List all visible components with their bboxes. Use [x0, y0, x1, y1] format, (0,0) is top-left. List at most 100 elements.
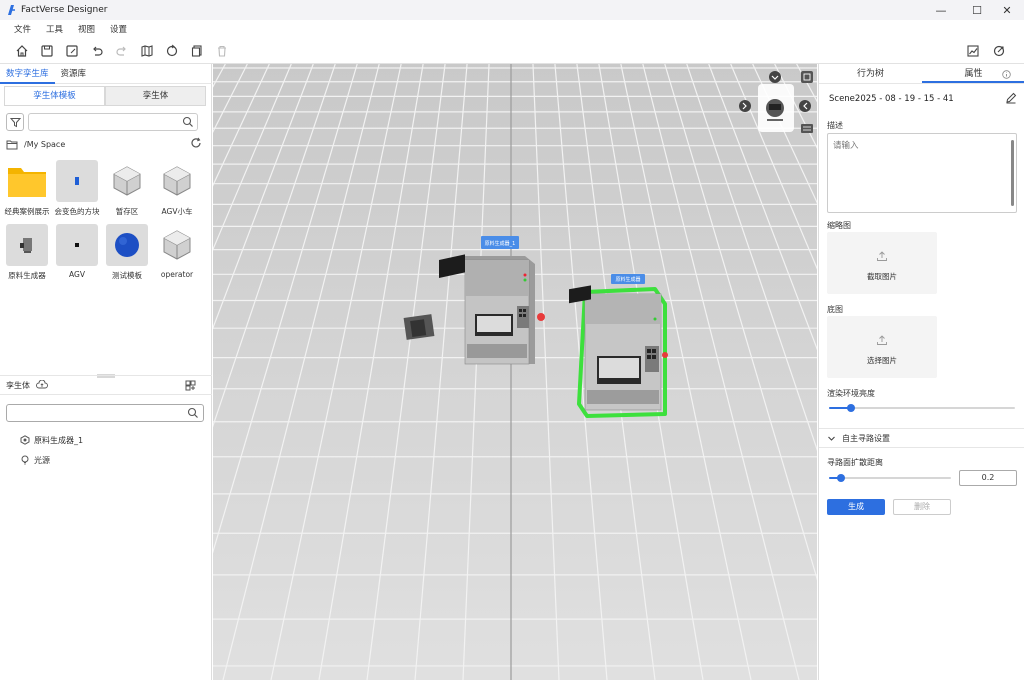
refresh-icon[interactable]: [190, 137, 202, 149]
menu-view[interactable]: 视图: [78, 23, 95, 35]
home-icon: [16, 45, 28, 57]
property-tabs: 行为树 属性: [819, 64, 1024, 84]
filter-button[interactable]: [6, 113, 24, 131]
description-box: [827, 133, 1017, 213]
asset-classic-cases[interactable]: 经典案例展示: [2, 160, 52, 220]
tab-twins[interactable]: 孪生体: [105, 86, 206, 106]
publish-button[interactable]: [990, 42, 1008, 60]
undo-button[interactable]: [88, 42, 106, 60]
undo-icon: [93, 46, 103, 56]
asset-material-generator[interactable]: 原料生成器: [2, 224, 52, 284]
maximize-button[interactable]: ☐: [960, 0, 994, 20]
nav-distance-input[interactable]: 0.2: [959, 470, 1017, 486]
search-icon[interactable]: [182, 116, 194, 128]
remove-button[interactable]: 删除: [893, 499, 951, 515]
library-tabs: 数字孪生库 资源库: [0, 64, 212, 84]
tab-resource-library[interactable]: 资源库: [55, 64, 93, 84]
base-map-label: 底图: [827, 305, 843, 314]
folder-icon: [6, 160, 48, 202]
folder-outline-icon: [6, 140, 18, 149]
3d-viewport[interactable]: 原料生成器_1 原料生成器: [213, 64, 817, 680]
save-as-icon: [66, 45, 78, 57]
close-button[interactable]: ✕: [990, 0, 1024, 20]
nav-distance-label: 寻路面扩散距离: [827, 458, 883, 467]
save-icon: [41, 45, 53, 57]
filter-icon: [9, 117, 21, 127]
trash-icon: [218, 45, 226, 57]
tab-digital-twin-library[interactable]: 数字孪生库: [0, 64, 55, 84]
left-panel: 数字孪生库 资源库 孪生体模板 孪生体 /My Space 经典案例展示 会变色…: [0, 64, 212, 680]
block-icon: [56, 224, 98, 266]
scene-item-light[interactable]: 光源: [20, 453, 50, 467]
map-button[interactable]: [138, 42, 156, 60]
generate-button[interactable]: 生成: [827, 499, 885, 515]
redo-icon: [116, 46, 126, 56]
asset-test-template[interactable]: 测试模板: [102, 224, 152, 284]
home-button[interactable]: [13, 42, 31, 60]
map-icon: [141, 45, 153, 57]
sphere-icon: [106, 224, 148, 266]
tab-twin-templates[interactable]: 孪生体模板: [4, 86, 105, 106]
description-label: 描述: [827, 121, 843, 130]
path-breadcrumb: /My Space: [6, 137, 202, 151]
chevron-down-icon: [828, 436, 835, 441]
scene-twins-title: 孪生体: [6, 380, 30, 390]
machine-label-1: 原料生成器_1: [485, 240, 516, 247]
scene-canvas[interactable]: 原料生成器_1 原料生成器: [213, 64, 817, 680]
tab-properties[interactable]: 属性: [922, 64, 1024, 83]
thumbnail-label: 缩略图: [827, 221, 851, 230]
path-text: /My Space: [24, 139, 66, 149]
search-icon[interactable]: [187, 407, 199, 419]
machine-label-2: 原料生成器: [615, 276, 640, 283]
save-as-button[interactable]: [63, 42, 81, 60]
layout-grid-icon[interactable]: [185, 380, 196, 391]
template-search-box: [28, 113, 198, 131]
chart-button[interactable]: [964, 42, 982, 60]
asset-operator[interactable]: operator: [152, 224, 202, 284]
menu-tools[interactable]: 工具: [46, 23, 63, 35]
sync-button[interactable]: [163, 42, 181, 60]
brightness-track: [829, 407, 1015, 409]
hexagon-icon: [20, 435, 30, 445]
app-title: FactVerse Designer: [21, 5, 108, 15]
scene-search-box: [6, 404, 204, 422]
capture-thumbnail-button[interactable]: 截取图片: [827, 232, 937, 294]
scene-search-input[interactable]: [11, 405, 181, 421]
tab-behavior-tree[interactable]: 行为树: [819, 64, 922, 83]
brightness-slider[interactable]: [829, 403, 1015, 413]
copy-icon: [191, 45, 202, 57]
nav-distance-slider[interactable]: [829, 473, 951, 483]
asset-staging-area[interactable]: 暂存区: [102, 160, 152, 220]
brightness-knob[interactable]: [847, 404, 855, 412]
nav-distance-knob[interactable]: [837, 474, 845, 482]
redo-button[interactable]: [113, 42, 131, 60]
scene-name: Scene2025 - 08 - 19 - 15 - 41: [829, 94, 954, 104]
asset-agv[interactable]: AGV: [52, 224, 102, 284]
sync-icon: [166, 44, 178, 57]
right-panel: 行为树 属性 Scene2025 - 08 - 19 - 15 - 41 描述 …: [818, 64, 1024, 680]
upload-icon: [877, 251, 887, 261]
edit-icon[interactable]: [1005, 92, 1017, 104]
upload-icon: [877, 335, 887, 345]
template-search-input[interactable]: [33, 114, 183, 130]
asset-agv-cart[interactable]: AGV小车: [152, 160, 202, 220]
title-bar: FactVerse Designer — ☐ ✕: [0, 0, 1024, 20]
cloud-upload-icon[interactable]: [36, 380, 48, 390]
save-button[interactable]: [38, 42, 56, 60]
scene-item-material-generator[interactable]: 原料生成器_1: [20, 433, 83, 447]
menu-file[interactable]: 文件: [14, 23, 31, 35]
copy-button[interactable]: [188, 42, 206, 60]
template-sub-tabs: 孪生体模板 孪生体: [4, 86, 206, 106]
cube-icon: [156, 224, 198, 266]
publish-icon: [993, 45, 1005, 57]
description-scrollbar[interactable]: [1011, 140, 1014, 206]
description-input[interactable]: [828, 134, 1008, 210]
machine-icon: [6, 224, 48, 266]
auto-navigation-section[interactable]: 自主寻路设置: [819, 428, 1024, 448]
minimize-button[interactable]: —: [924, 0, 958, 20]
asset-color-block[interactable]: 会变色的方块: [52, 160, 102, 220]
delete-button[interactable]: [213, 42, 231, 60]
info-icon[interactable]: [1002, 70, 1011, 79]
select-base-image-button[interactable]: 选择图片: [827, 316, 937, 378]
menu-settings[interactable]: 设置: [110, 23, 127, 35]
